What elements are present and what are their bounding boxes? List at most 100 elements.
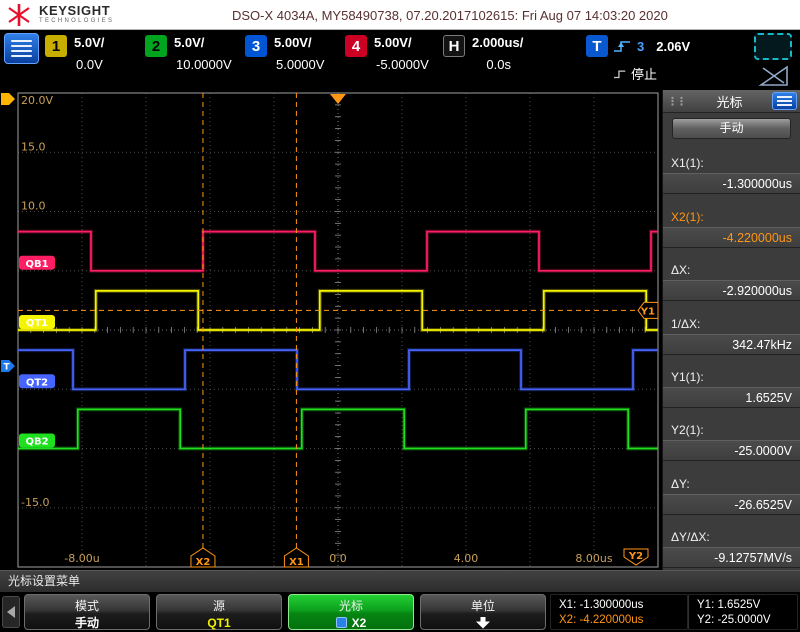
channel-3-settings[interactable]: 3 5.00V/ 5.0000V bbox=[245, 35, 324, 72]
panel-menu-icon[interactable] bbox=[772, 92, 797, 110]
cursor-panel-title: 光标 bbox=[716, 94, 743, 110]
timebase-delay: 0.0s bbox=[486, 57, 511, 72]
chevron-left-icon bbox=[7, 606, 15, 618]
cursor-row-y2: Y2(1): -25.0000V bbox=[663, 408, 800, 462]
cursor-tag-Y2[interactable]: Y2 bbox=[623, 548, 649, 566]
channel-3-offset: 5.0000V bbox=[276, 57, 325, 72]
channel-top-marker[interactable] bbox=[1, 93, 15, 105]
cursor-row-y1: Y1(1): 1.6525V bbox=[663, 355, 800, 408]
timebase-settings[interactable]: H 2.000us/ 0.0s bbox=[443, 35, 523, 72]
cursor-panel-header[interactable]: ⋮⋮ 光标 bbox=[663, 90, 800, 113]
drag-grip-icon[interactable]: ⋮⋮ bbox=[667, 95, 687, 108]
cursor-readouts: X1: -1.300000us X2: -4.220000us Y1: 1.65… bbox=[550, 594, 798, 630]
timebase-badge[interactable]: H bbox=[443, 35, 465, 57]
x-axis-label: -8.00u bbox=[64, 552, 99, 565]
titlebar: KEYSIGHT TECHNOLOGIES DSO-X 4034A, MY584… bbox=[0, 0, 800, 30]
cursor-readout-list: X1(1): -1.300000us X2(1): -4.220000us ΔX… bbox=[663, 141, 800, 570]
x2-readout: X2: -4.220000us bbox=[559, 614, 644, 626]
cursor-row-slope: ΔY/ΔX: -9.12757MV/s bbox=[663, 515, 800, 568]
svg-text:QT1: QT1 bbox=[26, 318, 48, 329]
y-axis-label: 20.0V bbox=[21, 94, 53, 107]
y1-readout: Y1: 1.6525V bbox=[697, 599, 761, 611]
softkey-cursor[interactable]: 光标 X2 bbox=[288, 594, 414, 630]
channel-2-badge[interactable]: 2 bbox=[145, 35, 167, 57]
wave-label-QB2[interactable]: QB2 bbox=[19, 433, 55, 448]
svg-text:X2: X2 bbox=[196, 557, 211, 568]
channel-4-settings[interactable]: 4 5.00V/ -5.0000V bbox=[345, 35, 429, 72]
softkey-units[interactable]: 单位 bbox=[420, 594, 546, 630]
channel-1-offset: 0.0V bbox=[76, 57, 103, 72]
waveforms bbox=[18, 229, 658, 451]
wave-label-QT1[interactable]: QT1 bbox=[19, 315, 55, 329]
trigger-level-marker[interactable]: T bbox=[1, 360, 15, 373]
oscilloscope-screen: KEYSIGHT TECHNOLOGIES DSO-X 4034A, MY584… bbox=[0, 0, 800, 632]
softkey-bar: 模式 手动 源 QT1 光标 X2 单位 X1: -1.300000us X2:… bbox=[0, 592, 800, 632]
cursor-tag-X1[interactable]: X1 bbox=[283, 547, 309, 568]
wave-label-QB1[interactable]: QB1 bbox=[19, 255, 55, 270]
channel-3-badge[interactable]: 3 bbox=[245, 35, 267, 57]
trace-QB2 bbox=[18, 408, 658, 450]
brand-subname: TECHNOLOGIES bbox=[39, 18, 115, 24]
timebase-scale: 2.000us/ bbox=[472, 35, 524, 50]
channel-2-offset: 10.0000V bbox=[176, 57, 232, 72]
cursor-panel: ⋮⋮ 光标 手动 X1(1): -1.300000us X2(1): -4.22… bbox=[662, 90, 800, 570]
trigger-level: 2.06V bbox=[656, 38, 691, 54]
x1-readout: X1: -1.300000us bbox=[559, 599, 644, 611]
cursor-row-inv-delta-x: 1/ΔX: 342.47kHz bbox=[663, 301, 800, 355]
brand-name: KEYSIGHT bbox=[39, 3, 111, 18]
cursor-row-delta-x: ΔX: -2.920000us bbox=[663, 248, 800, 302]
trigger-settings[interactable]: T 3 2.06V 停止 bbox=[586, 35, 690, 83]
cursor-tag-X2[interactable]: X2 bbox=[190, 547, 216, 568]
back-button[interactable] bbox=[2, 596, 20, 628]
softkey-menu-title: 光标设置菜单 bbox=[0, 570, 800, 592]
channel-2-scale: 5.0V/ bbox=[174, 35, 205, 50]
channel-1-badge[interactable]: 1 bbox=[45, 35, 67, 57]
trigger-source: 3 bbox=[637, 38, 645, 54]
cursor-row-x1: X1(1): -1.300000us bbox=[663, 141, 800, 195]
channel-1-settings[interactable]: 1 5.0V/ 0.0V bbox=[45, 35, 104, 72]
main-menu-button[interactable] bbox=[4, 33, 39, 64]
channel-4-badge[interactable]: 4 bbox=[345, 35, 367, 57]
svg-text:QB2: QB2 bbox=[25, 437, 48, 448]
touch-zone-icon[interactable] bbox=[754, 33, 792, 60]
y-axis-label: 10.0 bbox=[21, 200, 46, 213]
y-axis-label: 15.0 bbox=[21, 140, 46, 153]
graticule bbox=[17, 92, 659, 568]
autoscale-triangle-icon[interactable] bbox=[757, 63, 791, 89]
cursor-mode-button[interactable]: 手动 bbox=[672, 118, 791, 139]
x-axis-label: 0.0 bbox=[329, 552, 347, 565]
softkey-mode[interactable]: 模式 手动 bbox=[24, 594, 150, 630]
channel-2-settings[interactable]: 2 5.0V/ 10.0000V bbox=[145, 35, 232, 72]
arrow-down-icon bbox=[476, 616, 490, 629]
cursor-row-delta-y: ΔY: -26.6525V bbox=[663, 461, 800, 515]
graticule-canvas: 20.0V 15.0 10.0 -15.0 -8.00u 0.0 4.00 8.00us QB1… bbox=[1, 92, 659, 568]
svg-text:Y2: Y2 bbox=[628, 551, 643, 562]
cursor-row-x2: X2(1): -4.220000us bbox=[663, 194, 800, 248]
x-axis-label: 4.00 bbox=[454, 552, 479, 565]
channel-3-scale: 5.00V/ bbox=[274, 35, 312, 50]
keysight-spark-icon bbox=[8, 4, 30, 26]
y-readouts: Y1: 1.6525V Y2: -25.0000V bbox=[688, 594, 798, 630]
svg-text:Y1: Y1 bbox=[640, 306, 655, 317]
softkey-source[interactable]: 源 QT1 bbox=[156, 594, 282, 630]
rising-edge-icon bbox=[614, 41, 630, 52]
svg-text:QT2: QT2 bbox=[26, 377, 48, 388]
trigger-badge[interactable]: T bbox=[586, 35, 608, 57]
acquisition-status: 停止 bbox=[631, 67, 658, 82]
trigger-time-marker[interactable] bbox=[330, 94, 346, 104]
wave-label-QT2[interactable]: QT2 bbox=[19, 374, 55, 389]
svg-text:X1: X1 bbox=[289, 557, 304, 568]
scope-display: 20.0V 15.0 10.0 -15.0 -8.00u 0.0 4.00 8.00us QB1… bbox=[0, 90, 662, 570]
edge-slope-icon bbox=[614, 70, 626, 78]
x-axis-label: 8.00us bbox=[575, 552, 612, 565]
y-axis-label: -15.0 bbox=[21, 496, 49, 509]
instrument-title: DSO-X 4034A, MY58490738, 07.20.201710261… bbox=[232, 8, 668, 23]
svg-text:QB1: QB1 bbox=[25, 259, 48, 270]
cursor-knob-icon bbox=[335, 617, 347, 628]
svg-text:T: T bbox=[4, 363, 11, 373]
cursor-tag-Y1[interactable]: Y1 bbox=[637, 301, 659, 319]
brand-block: KEYSIGHT TECHNOLOGIES bbox=[39, 4, 114, 25]
channel-4-scale: 5.00V/ bbox=[374, 35, 412, 50]
channel-bar: 1 5.0V/ 0.0V 2 5.0V/ 10.0000V 3 5.00V/ 5… bbox=[0, 30, 800, 90]
channel-1-scale: 5.0V/ bbox=[74, 35, 105, 50]
